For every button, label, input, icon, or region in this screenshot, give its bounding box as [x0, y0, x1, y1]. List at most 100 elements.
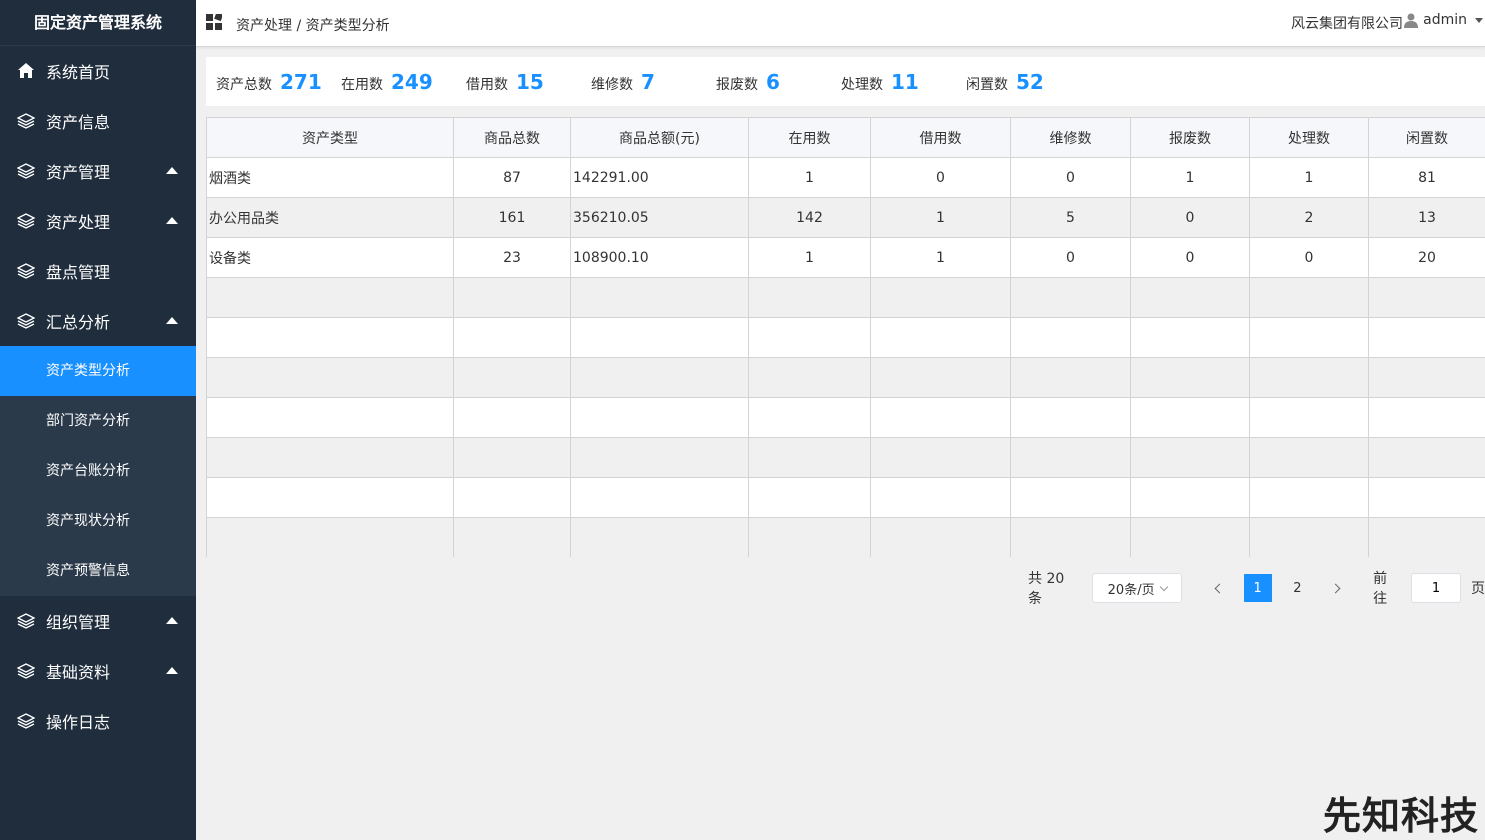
sidebar-subitem-warning-info[interactable]: 资产预警信息 — [0, 546, 196, 596]
table-cell: 2 — [1249, 197, 1369, 238]
caret-up-icon — [166, 317, 178, 324]
table-cell: 0 — [1010, 237, 1131, 278]
layers-icon — [16, 611, 36, 631]
table-row[interactable]: 设备类 23 108900.10 1 1 0 0 0 20 — [206, 237, 1485, 278]
stat-label: 处理数 — [841, 76, 883, 93]
chevron-right-icon — [1330, 583, 1341, 593]
goto-page-input[interactable] — [1411, 573, 1461, 603]
column-header[interactable]: 借用数 — [870, 117, 1011, 158]
table-cell: 87 — [453, 157, 571, 198]
sidebar-item-operation-log[interactable]: 操作日志 — [0, 696, 196, 746]
table-row-empty — [206, 357, 1485, 398]
chevron-down-icon — [1159, 582, 1168, 591]
sidebar-item-asset-management[interactable]: 资产管理 — [0, 146, 196, 196]
caret-up-icon — [166, 217, 178, 224]
column-header[interactable]: 在用数 — [748, 117, 871, 158]
table-row-empty — [206, 397, 1485, 438]
table-row-empty — [206, 277, 1485, 318]
column-header[interactable]: 商品总数 — [453, 117, 571, 158]
goto-label: 前往 — [1373, 571, 1388, 607]
sidebar-item-label: 基础资料 — [46, 663, 111, 682]
sidebar-item-label: 汇总分析 — [46, 313, 111, 332]
table-row-empty — [206, 477, 1485, 518]
stat-label: 报废数 — [716, 76, 758, 93]
stat-value: 7 — [641, 69, 655, 94]
column-header[interactable]: 闲置数 — [1368, 117, 1485, 158]
table-cell: 0 — [1130, 197, 1250, 238]
data-table-container: 资产类型 商品总数 商品总额(元) 在用数 借用数 维修数 报废数 处理数 闲置… — [206, 117, 1485, 557]
sidebar-item-basic-data[interactable]: 基础资料 — [0, 646, 196, 696]
table-cell: 0 — [1010, 157, 1131, 198]
sidebar-subitem-asset-type-analysis[interactable]: 资产类型分析 — [0, 346, 196, 396]
caret-up-icon — [166, 667, 178, 674]
caret-up-icon — [166, 167, 178, 174]
stat-disposed: 处理数 11 — [831, 70, 956, 94]
sidebar-item-organization[interactable]: 组织管理 — [0, 596, 196, 646]
next-page-button[interactable] — [1323, 574, 1351, 602]
stat-label: 在用数 — [341, 76, 383, 93]
table-cell: 81 — [1368, 157, 1485, 198]
sidebar-item-summary-analysis[interactable]: 汇总分析 — [0, 296, 196, 346]
page-size-select[interactable]: 20条/页 — [1092, 573, 1182, 603]
top-header: 资产处理 / 资产类型分析 风云集团有限公司 admin — [196, 0, 1485, 47]
sidebar-subitem-ledger-analysis[interactable]: 资产台账分析 — [0, 446, 196, 496]
user-icon — [1403, 12, 1419, 28]
page-button-1[interactable]: 1 — [1243, 574, 1272, 602]
stat-total: 资产总数 271 — [206, 70, 331, 94]
table-cell: 5 — [1010, 197, 1131, 238]
page-size-value: 20条/页 — [1107, 582, 1155, 598]
stat-label: 资产总数 — [216, 76, 272, 93]
stat-value: 15 — [516, 69, 544, 94]
sidebar-item-home[interactable]: 系统首页 — [0, 46, 196, 96]
column-header[interactable]: 资产类型 — [206, 117, 454, 158]
sidebar-item-inventory[interactable]: 盘点管理 — [0, 246, 196, 296]
column-header[interactable]: 维修数 — [1010, 117, 1131, 158]
stat-value: 271 — [280, 69, 322, 94]
sidebar-subitem-status-analysis[interactable]: 资产现状分析 — [0, 496, 196, 546]
sidebar-item-label: 资产处理 — [46, 213, 111, 232]
table-cell: 161 — [453, 197, 571, 238]
stat-in-use: 在用数 249 — [331, 70, 456, 94]
table-cell: 13 — [1368, 197, 1485, 238]
table-cell: 办公用品类 — [206, 197, 454, 238]
summary-analysis-submenu: 资产类型分析 部门资产分析 资产台账分析 资产现状分析 资产预警信息 — [0, 346, 196, 596]
stat-label: 维修数 — [591, 76, 633, 93]
table-cell: 1 — [870, 197, 1011, 238]
stats-bar: 资产总数 271 在用数 249 借用数 15 维修数 7 报废数 6 处理数 11 闲置数… — [206, 57, 1485, 106]
sidebar: 固定资产管理系统 系统首页 资产信息 资产管理 资产处理 盘点管理 汇总分析 资… — [0, 0, 196, 840]
sidebar-item-label: 资产管理 — [46, 163, 111, 182]
user-menu[interactable]: admin — [1403, 12, 1483, 28]
stat-value: 52 — [1016, 69, 1044, 94]
sidebar-item-label: 操作日志 — [46, 713, 111, 732]
table-row[interactable]: 烟酒类 87 142291.00 1 0 0 1 1 81 — [206, 157, 1485, 198]
column-header[interactable]: 报废数 — [1130, 117, 1250, 158]
prev-page-button[interactable] — [1204, 574, 1232, 602]
layers-icon — [16, 111, 36, 131]
home-icon — [16, 61, 36, 81]
page-button-2[interactable]: 2 — [1284, 574, 1312, 602]
stat-value: 249 — [391, 69, 433, 94]
sidebar-item-label: 系统首页 — [46, 63, 111, 82]
table-cell: 142291.00 — [570, 157, 749, 198]
stat-repair: 维修数 7 — [581, 70, 706, 94]
table-cell: 108900.10 — [570, 237, 749, 278]
stat-value: 6 — [766, 69, 780, 94]
watermark-logo: 先知科技 — [1322, 794, 1479, 838]
dashboard-icon[interactable] — [206, 12, 224, 30]
sidebar-item-asset-info[interactable]: 资产信息 — [0, 96, 196, 146]
column-header[interactable]: 处理数 — [1249, 117, 1369, 158]
caret-up-icon — [166, 617, 178, 624]
table-row[interactable]: 办公用品类 161 356210.05 142 1 5 0 2 13 — [206, 197, 1485, 238]
sidebar-subitem-department-analysis[interactable]: 部门资产分析 — [0, 396, 196, 446]
chevron-left-icon — [1214, 583, 1225, 593]
page-suffix: 页 — [1471, 581, 1485, 597]
sidebar-item-label: 盘点管理 — [46, 263, 111, 282]
sidebar-item-asset-processing[interactable]: 资产处理 — [0, 196, 196, 246]
sidebar-item-label: 资产信息 — [46, 113, 111, 132]
layers-icon — [16, 311, 36, 331]
stat-value: 11 — [891, 69, 919, 94]
table-cell: 0 — [1249, 237, 1369, 278]
layers-icon — [16, 161, 36, 181]
column-header[interactable]: 商品总额(元) — [570, 117, 749, 158]
table-cell: 1 — [1249, 157, 1369, 198]
